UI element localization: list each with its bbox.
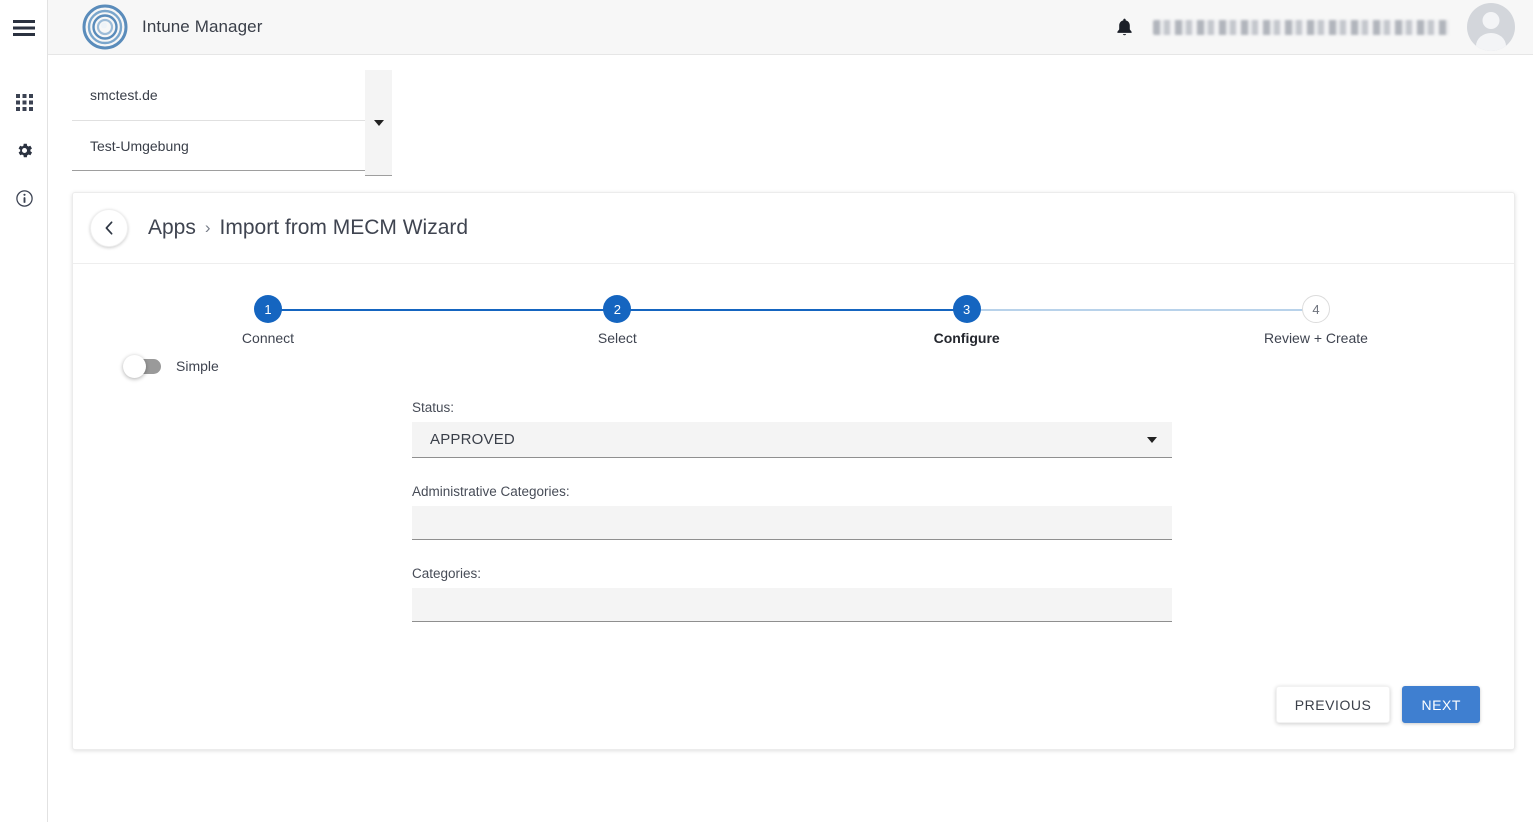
step-label: Connect bbox=[241, 330, 295, 346]
input-administrative-categories[interactable] bbox=[412, 506, 1172, 540]
hamburger-menu-icon[interactable] bbox=[0, 11, 48, 45]
step-inner: 4 Review + Create bbox=[1226, 295, 1406, 346]
breadcrumb: Apps › Import from MECM Wizard bbox=[148, 216, 468, 240]
step-label: Review + Create bbox=[1264, 330, 1368, 346]
user-name-redacted bbox=[1153, 19, 1449, 35]
back-button[interactable] bbox=[90, 209, 128, 247]
field-label-categories: Categories: bbox=[412, 566, 482, 581]
simple-toggle-row: Simple bbox=[123, 354, 219, 378]
wizard-stepper: 1 Connect 2 Select 3 Configure 4 Review + Creat… bbox=[73, 295, 1514, 359]
tenant-domain-field[interactable]: smctest.de bbox=[72, 70, 365, 121]
step-inner: 1 Connect bbox=[178, 295, 358, 346]
step-number-badge[interactable]: 2 bbox=[603, 295, 632, 323]
simple-toggle[interactable] bbox=[123, 354, 161, 378]
previous-button[interactable]: PREVIOUS bbox=[1275, 686, 1391, 723]
field-value-status: APPROVED bbox=[430, 431, 515, 448]
app-title: Intune Manager bbox=[142, 17, 263, 36]
select-status[interactable]: APPROVED bbox=[412, 422, 1172, 458]
breadcrumb-apps[interactable]: Apps bbox=[148, 216, 196, 240]
tenant-domain-value: smctest.de bbox=[90, 87, 158, 103]
top-bar-right bbox=[1113, 3, 1533, 51]
tenant-environment-field[interactable]: Test-Umgebung bbox=[72, 121, 365, 171]
tenant-selector[interactable]: smctest.de Test-Umgebung bbox=[72, 70, 392, 176]
toggle-knob bbox=[123, 354, 146, 378]
notification-bell-icon[interactable] bbox=[1113, 14, 1135, 40]
breadcrumb-separator: › bbox=[204, 218, 211, 237]
left-rail bbox=[0, 0, 48, 822]
info-icon[interactable] bbox=[0, 181, 48, 215]
field-label-administrative-categories: Administrative Categories: bbox=[412, 484, 570, 499]
concentric-circles-logo bbox=[82, 4, 128, 50]
chevron-left-icon bbox=[105, 221, 112, 235]
configure-form: Status: APPROVED Administrative Categories… bbox=[412, 400, 1172, 648]
tenant-dropdown-button[interactable] bbox=[365, 70, 392, 176]
chevron-down-icon bbox=[373, 119, 384, 126]
step-label: Configure bbox=[933, 330, 1000, 346]
field-categories: Categories: bbox=[412, 566, 1172, 622]
field-administrative-categories: Administrative Categories: bbox=[412, 484, 1172, 540]
tenant-fields: smctest.de Test-Umgebung bbox=[72, 70, 365, 176]
step-label: Select bbox=[597, 330, 637, 346]
tenant-environment-value: Test-Umgebung bbox=[90, 137, 189, 154]
avatar[interactable] bbox=[1467, 3, 1515, 51]
page-title: Import from MECM Wizard bbox=[219, 216, 469, 239]
wizard-actions: PREVIOUS NEXT bbox=[1275, 686, 1480, 723]
field-status: Status: APPROVED bbox=[412, 400, 1172, 458]
gear-icon[interactable] bbox=[0, 133, 48, 167]
wizard-card: Apps › Import from MECM Wizard 1 Connect 2… bbox=[72, 192, 1515, 750]
simple-toggle-label: Simple bbox=[176, 358, 219, 374]
card-header: Apps › Import from MECM Wizard bbox=[73, 193, 1514, 264]
step-inner: 2 Select bbox=[527, 295, 707, 346]
step-inner: 3 Configure bbox=[877, 295, 1057, 346]
step-number-badge[interactable]: 3 bbox=[952, 295, 981, 323]
chevron-down-icon bbox=[1147, 436, 1157, 443]
field-label-status: Status: bbox=[412, 400, 455, 415]
next-button[interactable]: NEXT bbox=[1402, 686, 1480, 723]
step-number-badge[interactable]: 1 bbox=[254, 295, 282, 323]
top-bar: Intune Manager bbox=[48, 0, 1533, 55]
input-categories[interactable] bbox=[412, 588, 1172, 622]
app-root: Intune Manager smctest.de Test-Umgebung bbox=[0, 0, 1533, 822]
step-number-badge[interactable]: 4 bbox=[1302, 295, 1330, 323]
brand: Intune Manager bbox=[48, 4, 262, 50]
grid-apps-icon[interactable] bbox=[0, 85, 48, 119]
